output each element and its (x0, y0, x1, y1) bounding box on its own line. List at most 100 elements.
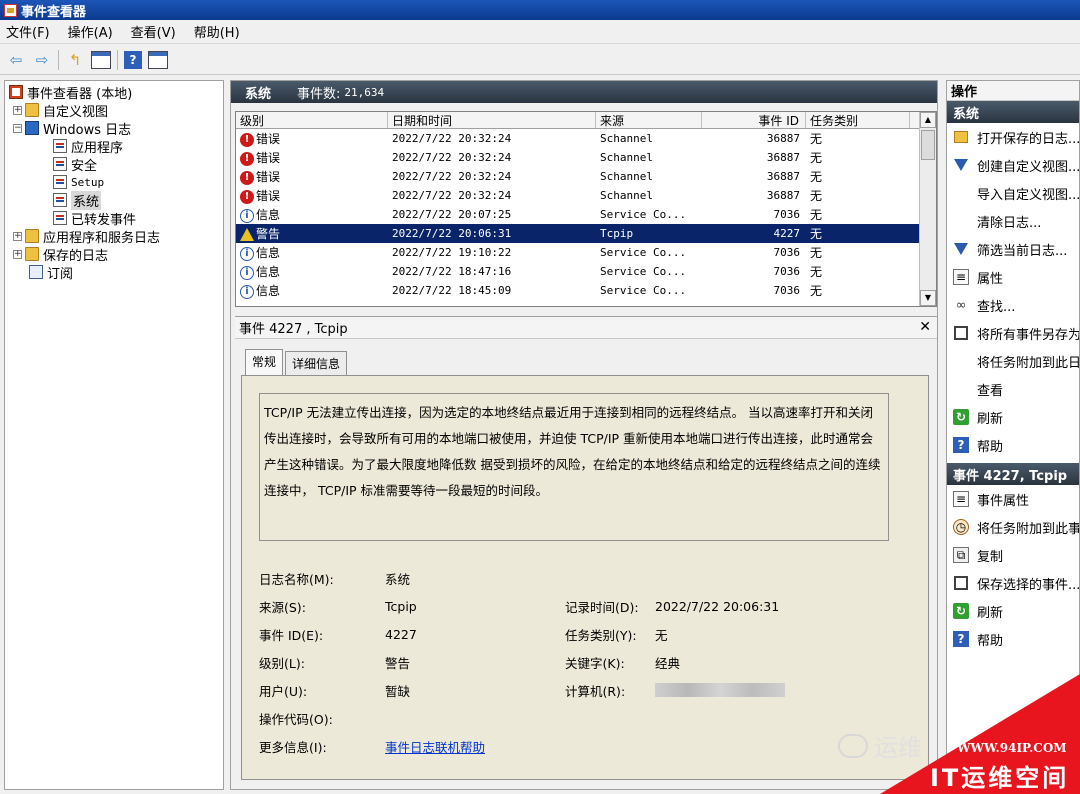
action-label: 打开保存的日志... (977, 131, 1080, 147)
scroll-thumb[interactable] (921, 130, 935, 160)
action-item[interactable]: 查看 (947, 375, 1079, 403)
log-icon (53, 157, 67, 171)
expand-icon[interactable]: + (13, 249, 22, 259)
event-viewer-icon (9, 85, 23, 99)
action-label: 复制 (977, 549, 1004, 565)
tree-item-security[interactable]: 安全 (5, 155, 223, 174)
action-label: 属性 (977, 271, 1004, 287)
online-help-link[interactable]: 事件日志联机帮助 (385, 737, 485, 756)
event-row[interactable]: 警告 2022/7/22 20:06:31 Tcpip 4227 无 (236, 224, 936, 243)
action-item[interactable]: ⧉ 复制 (947, 541, 1079, 569)
action-item[interactable]: ? 帮助 (947, 431, 1079, 459)
task-icon: ◷ (953, 519, 969, 535)
subscription-icon (29, 265, 43, 279)
action-item[interactable]: ↻ 刷新 (947, 597, 1079, 625)
action-item[interactable]: 将所有事件另存为... (947, 319, 1079, 347)
logged-value: 2022/7/22 20:06:31 (655, 598, 780, 614)
event-datetime: 2022/7/22 18:45:09 (392, 284, 512, 297)
menu-file[interactable]: 文件(F) (6, 22, 50, 41)
action-label: 刷新 (977, 411, 1004, 427)
column-datetime[interactable]: 日期和时间 (388, 112, 596, 128)
expand-icon[interactable]: + (13, 105, 22, 115)
event-row[interactable]: ! 错误 2022/7/22 20:32:24 Schannel 36887 无 (236, 167, 936, 186)
log-pane-header: 系统 事件数: 21,634 (231, 81, 937, 103)
action-item[interactable]: 筛选当前日志... (947, 235, 1079, 263)
tree-label: 应用程序和服务日志 (43, 230, 161, 246)
refresh-icon: ↻ (953, 409, 969, 425)
column-task-category[interactable]: 任务类别 (806, 112, 910, 128)
event-row[interactable]: ! 错误 2022/7/22 20:32:24 Schannel 36887 无 (236, 148, 936, 167)
event-row[interactable]: i 信息 2022/7/22 18:45:09 Service Co... 7036 无 (236, 281, 936, 300)
opcode-label: 操作代码(O): (259, 711, 333, 727)
column-level[interactable]: 级别 (236, 112, 388, 128)
action-item[interactable]: ∞ 查找... (947, 291, 1079, 319)
scroll-down-icon[interactable]: ▼ (920, 290, 936, 306)
tree-item-system[interactable]: 系统 (5, 190, 223, 210)
tree-item-root[interactable]: 事件查看器 (本地) (5, 83, 223, 102)
tree-item-custom-views[interactable]: + 自定义视图 (5, 101, 223, 120)
up-folder-icon[interactable]: ↰ (65, 50, 85, 70)
action-item[interactable]: ? 帮助 (947, 625, 1079, 653)
show-action-pane-button[interactable] (148, 50, 168, 70)
watermark-url: WWW.94IP.COM (957, 741, 1067, 755)
tree-label: 系统 (71, 190, 102, 210)
action-item[interactable]: 保存选择的事件... (947, 569, 1079, 597)
log-title: 系统 (245, 86, 272, 102)
event-row[interactable]: i 信息 2022/7/22 19:10:22 Service Co... 7036 无 (236, 243, 936, 262)
action-item[interactable]: ↻ 刷新 (947, 403, 1079, 431)
menu-action[interactable]: 操作(A) (68, 22, 113, 41)
menu-view[interactable]: 查看(V) (131, 22, 176, 41)
show-hide-tree-button[interactable] (91, 50, 111, 70)
collapse-icon[interactable]: − (13, 123, 22, 133)
event-row[interactable]: ! 错误 2022/7/22 20:32:24 Schannel 36887 无 (236, 186, 936, 205)
tree-item-application[interactable]: 应用程序 (5, 137, 223, 156)
event-task-category: 无 (810, 170, 823, 184)
console-tree: 事件查看器 (本地) + 自定义视图 − Windows 日志 应用程序 安全 … (4, 80, 224, 790)
help-icon[interactable]: ? (124, 50, 142, 69)
help-icon: ? (953, 437, 969, 453)
tree-item-app-services[interactable]: + 应用程序和服务日志 (5, 227, 223, 246)
event-datetime: 2022/7/22 20:32:24 (392, 132, 512, 145)
tree-item-setup[interactable]: Setup (5, 173, 223, 191)
action-item[interactable]: ≡ 事件属性 (947, 485, 1079, 513)
detail-tabs: 常规 详细信息 (245, 349, 349, 375)
forward-arrow-icon[interactable]: ⇨ (32, 50, 52, 70)
event-row[interactable]: ! 错误 2022/7/22 20:32:24 Schannel 36887 无 (236, 129, 936, 148)
tree-item-windows-logs[interactable]: − Windows 日志 (5, 119, 223, 138)
action-item[interactable]: 导入自定义视图... (947, 179, 1079, 207)
actions-section-event[interactable]: 事件 4227, Tcpip (947, 463, 1079, 485)
column-source[interactable]: 来源 (596, 112, 702, 128)
tab-general[interactable]: 常规 (245, 349, 284, 375)
menu-help[interactable]: 帮助(H) (194, 22, 240, 41)
tree-label: Setup (71, 175, 105, 189)
event-row[interactable]: i 信息 2022/7/22 18:47:16 Service Co... 7036 无 (236, 262, 936, 281)
tab-details[interactable]: 详细信息 (285, 351, 348, 375)
scroll-up-icon[interactable]: ▲ (920, 112, 936, 128)
close-icon[interactable]: ✕ (919, 319, 931, 335)
tree-label: 安全 (71, 158, 98, 174)
event-level: 错误 (256, 170, 281, 184)
column-event-id[interactable]: 事件 ID (702, 112, 806, 128)
actions-section-system[interactable]: 系统 (947, 101, 1079, 123)
tree-item-saved-logs[interactable]: + 保存的日志 (5, 245, 223, 264)
action-label: 创建自定义视图... (977, 159, 1080, 175)
action-item[interactable]: 创建自定义视图... (947, 151, 1079, 179)
event-task-category: 无 (810, 284, 823, 298)
console-tree-icon (91, 50, 111, 69)
event-row[interactable]: i 信息 2022/7/22 20:07:25 Service Co... 7036 无 (236, 205, 936, 224)
action-item[interactable]: 打开保存的日志... (947, 123, 1079, 151)
expand-icon[interactable]: + (13, 231, 22, 241)
action-item[interactable]: ≡ 属性 (947, 263, 1079, 291)
action-item[interactable]: 清除日志... (947, 207, 1079, 235)
properties-icon: ≡ (953, 491, 969, 507)
task-category-label: 任务类别(Y): (565, 627, 637, 643)
tree-item-forwarded[interactable]: 已转发事件 (5, 209, 223, 228)
action-item[interactable]: ◷ 将任务附加到此事件... (947, 513, 1079, 541)
event-source: Service Co... (600, 265, 687, 278)
tree-item-subscriptions[interactable]: 订阅 (5, 263, 223, 282)
event-id: 7036 (773, 265, 801, 278)
back-arrow-icon[interactable]: ⇦ (6, 50, 26, 70)
action-item[interactable]: 将任务附加到此日志... (947, 347, 1079, 375)
event-list-scrollbar[interactable]: ▲ ▼ (919, 112, 936, 306)
event-datetime: 2022/7/22 20:32:24 (392, 151, 512, 164)
